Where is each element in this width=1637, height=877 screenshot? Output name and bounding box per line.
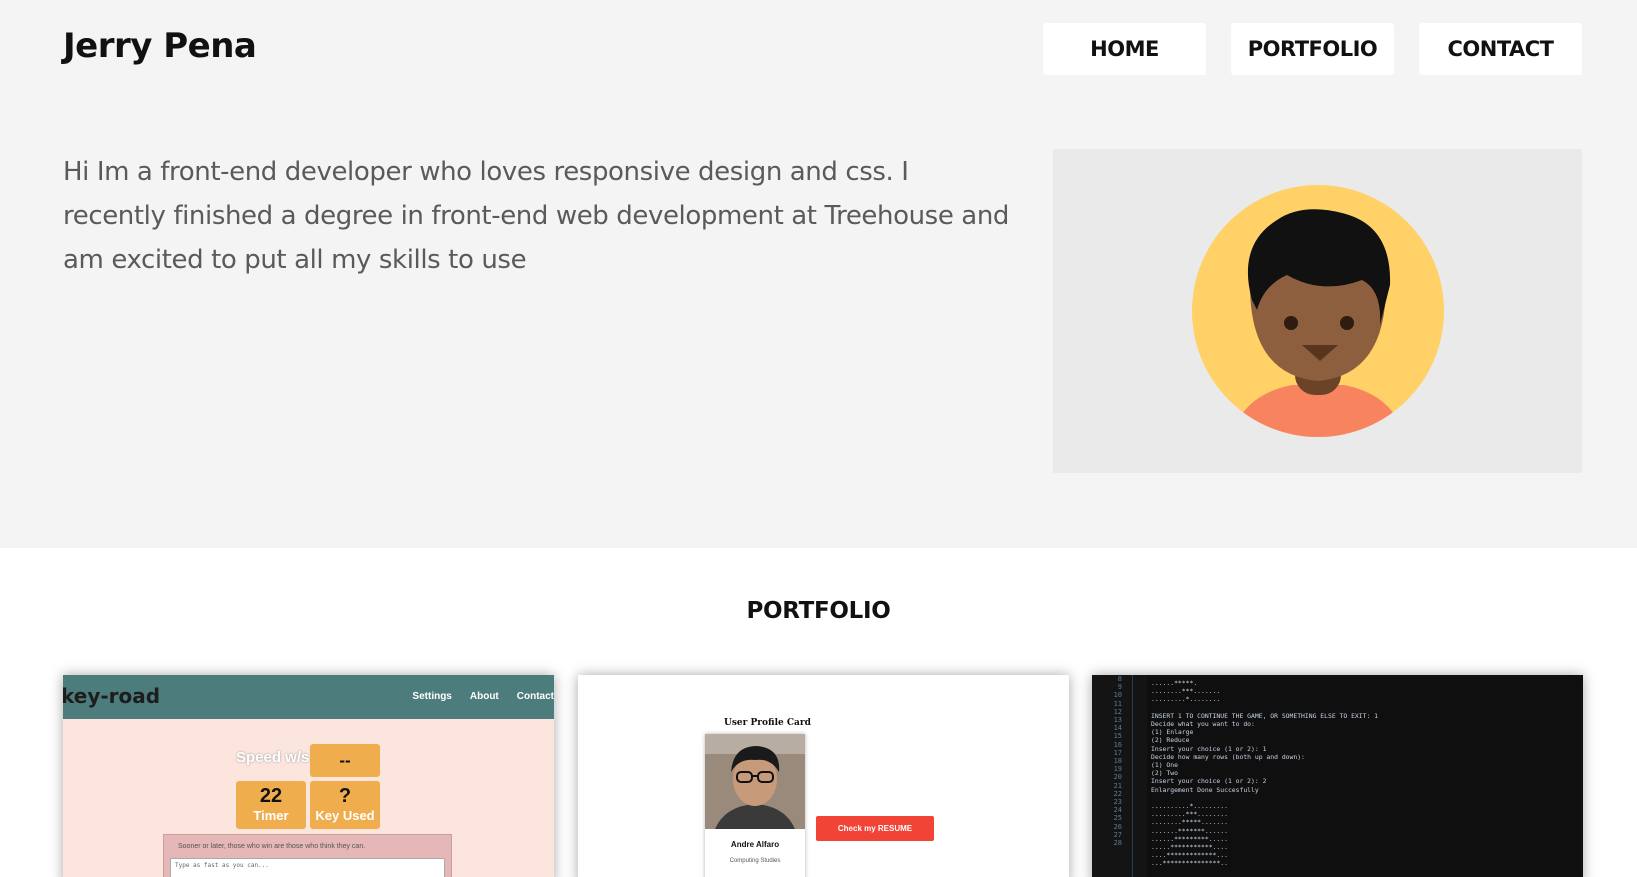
portfolio-section: PORTFOLIO key-road Settings About Contac… [0, 548, 1637, 877]
nav-portfolio-button[interactable]: PORTFOLIO [1231, 23, 1394, 75]
timer-box: 22 Timer [236, 781, 306, 829]
gutter-divider [1132, 675, 1133, 877]
nav-contact-button[interactable]: CONTACT [1419, 23, 1582, 75]
code-gutter: 8 9 10 11 12 13 14 15 16 17 18 19 20 21 … [1092, 675, 1147, 877]
key-road-link-settings: Settings [412, 691, 452, 702]
profile-name: Andre Alfaro [730, 840, 780, 849]
site-brand[interactable]: Jerry Pena [63, 26, 257, 66]
avatar-frame [1053, 149, 1582, 473]
profile-card: Andre Alfaro Computing Studies [705, 734, 805, 877]
header-section: Jerry Pena HOME PORTFOLIO CONTACT Hi Im … [0, 0, 1637, 548]
avatar-illustration [1192, 185, 1444, 437]
typing-input-preview: Type as fast as you can... [170, 858, 445, 877]
typing-panel: Sooner or later, those who win are those… [163, 834, 452, 877]
console-output: ......*****. ........***....... ........… [1151, 679, 1379, 868]
profile-subtitle: Computing Studies [729, 858, 781, 864]
key-used-value: ? [338, 785, 352, 807]
key-road-links: Settings About Contact [412, 691, 554, 702]
speed-value: -- [310, 744, 380, 777]
profile-card-title: User Profile Card [724, 718, 811, 728]
key-road-link-contact: Contact [516, 691, 554, 702]
resume-button-preview: Check my RESUME [816, 816, 934, 841]
avatar-left-eye [1284, 316, 1298, 330]
profile-photo [705, 734, 805, 829]
avatar-right-eye [1340, 316, 1354, 330]
key-used-label: Key Used [315, 808, 375, 823]
timer-value: 22 [259, 785, 283, 807]
timer-label: Timer [253, 808, 289, 823]
speed-label: Speed w/s [236, 749, 310, 766]
typing-quote: Sooner or later, those who win are those… [178, 843, 366, 850]
nav-home-button[interactable]: HOME [1043, 23, 1206, 75]
key-road-navbar: key-road Settings About Contact [63, 675, 554, 719]
portfolio-heading: PORTFOLIO [746, 598, 891, 624]
main-nav: HOME PORTFOLIO CONTACT [1043, 23, 1582, 75]
portfolio-card-profile[interactable]: User Profile Card Andre Alfaro Computing… [578, 675, 1069, 877]
key-road-logo: key-road [63, 684, 161, 708]
key-road-link-about: About [469, 691, 499, 702]
key-used-box: ? Key Used [310, 781, 380, 829]
line-numbers: 8 9 10 11 12 13 14 15 16 17 18 19 20 21 … [1113, 675, 1122, 848]
portfolio-card-console-game[interactable]: 8 9 10 11 12 13 14 15 16 17 18 19 20 21 … [1092, 675, 1583, 877]
portfolio-card-key-road[interactable]: key-road Settings About Contact Speed w/… [63, 675, 554, 877]
intro-text: Hi Im a front-end developer who loves re… [63, 157, 1009, 275]
